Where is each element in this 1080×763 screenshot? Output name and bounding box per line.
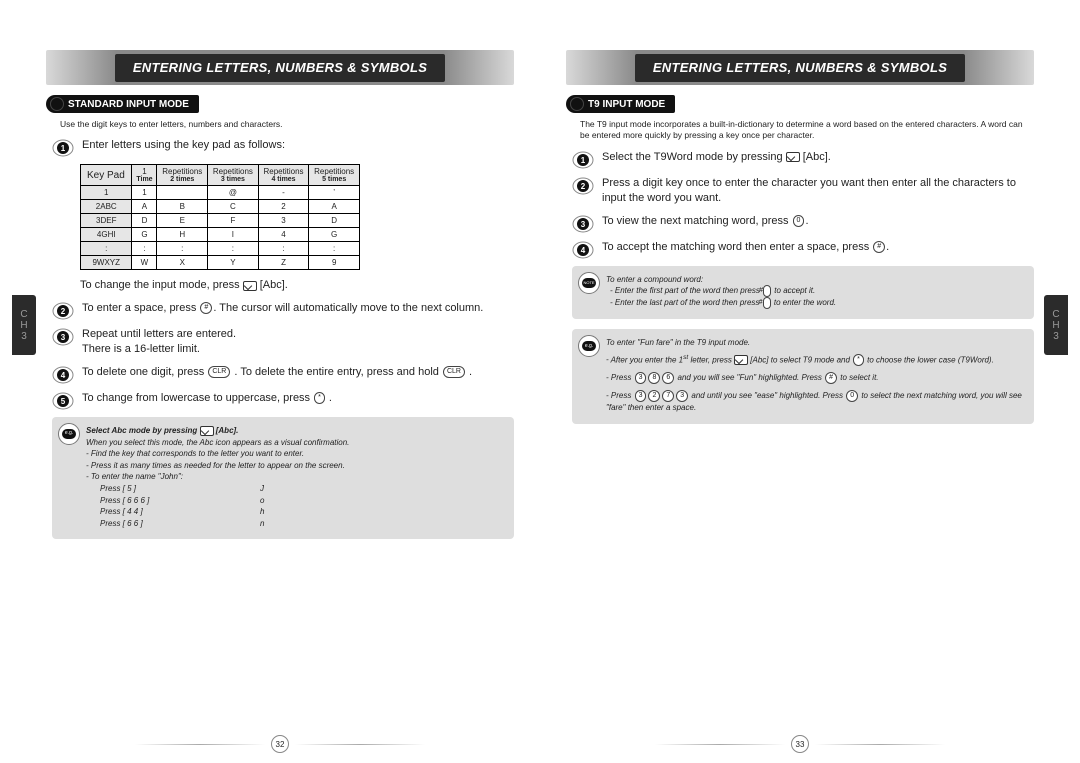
r-step-3: 3 To view the next matching word, press … bbox=[572, 214, 1034, 232]
svg-text:4: 4 bbox=[61, 371, 66, 380]
section-header-standard: STANDARD INPUT MODE bbox=[46, 95, 199, 113]
svg-text:5: 5 bbox=[61, 397, 66, 406]
svg-text:2: 2 bbox=[581, 182, 586, 191]
clr-key-icon: CLR bbox=[443, 366, 465, 378]
intro-left: Use the digit keys to enter letters, num… bbox=[46, 119, 514, 130]
r-step-1: 1 Select the T9Word mode by pressing [Ab… bbox=[572, 150, 1034, 168]
keypad-table: Key Pad 1Time Repetitions2 times Repetit… bbox=[80, 164, 360, 270]
intro-right: The T9 input mode incorporates a built-i… bbox=[566, 119, 1034, 142]
svg-text:4: 4 bbox=[581, 246, 586, 255]
chapter-tab-right: C H 3 bbox=[1044, 295, 1068, 355]
page-header-right: ENTERING LETTERS, NUMBERS & SYMBOLS bbox=[566, 50, 1034, 85]
note-badge: NOTE bbox=[578, 272, 600, 294]
page-spread: C H 3 ENTERING LETTERS, NUMBERS & SYMBOL… bbox=[0, 0, 1080, 763]
svg-text:1: 1 bbox=[61, 144, 66, 153]
page-header-left: ENTERING LETTERS, NUMBERS & SYMBOLS bbox=[46, 50, 514, 85]
mode-icon bbox=[734, 355, 748, 365]
page-number-right: 33 bbox=[655, 735, 945, 753]
step-1b: To change the input mode, press [Abc]. bbox=[80, 278, 514, 293]
section-header-t9: T9 INPUT MODE bbox=[566, 95, 675, 113]
step-1: 1 Enter letters using the key pad as fol… bbox=[52, 138, 514, 156]
step-badge-2: 2 bbox=[52, 302, 74, 320]
step-2: 2 To enter a space, press #. The cursor … bbox=[52, 301, 514, 319]
zero-key-icon: 0 bbox=[793, 215, 805, 227]
header-text: ENTERING LETTERS, NUMBERS & SYMBOLS bbox=[133, 60, 427, 75]
svg-text:3: 3 bbox=[581, 220, 586, 229]
mode-icon bbox=[786, 152, 800, 162]
step-badge-5: 5 bbox=[52, 392, 74, 410]
clr-key-icon: CLR bbox=[208, 366, 230, 378]
page-right: C H 3 ENTERING LETTERS, NUMBERS & SYMBOL… bbox=[566, 50, 1034, 763]
step-4: 4 To delete one digit, press CLR . To de… bbox=[52, 365, 514, 383]
page-number-left: 32 bbox=[135, 735, 425, 753]
r-step-2: 2 Press a digit key once to enter the ch… bbox=[572, 176, 1034, 206]
r-step-4: 4 To accept the matching word then enter… bbox=[572, 240, 1034, 258]
example-box-right: e.g. To enter "Fun fare" in the T9 input… bbox=[572, 329, 1034, 424]
eg-badge: e.g. bbox=[58, 423, 80, 445]
step-3: 3 Repeat until letters are entered.There… bbox=[52, 327, 514, 357]
chapter-tab-left: C H 3 bbox=[12, 295, 36, 355]
eg-badge: e.g. bbox=[578, 335, 600, 357]
svg-text:3: 3 bbox=[61, 333, 66, 342]
step-badge-4: 4 bbox=[52, 366, 74, 384]
note-box: NOTE To enter a compound word: Enter the… bbox=[572, 266, 1034, 320]
step-badge-3: 3 bbox=[52, 328, 74, 358]
pound-key-icon: # bbox=[873, 241, 885, 253]
mode-icon bbox=[200, 426, 214, 436]
svg-text:2: 2 bbox=[61, 307, 66, 316]
svg-text:1: 1 bbox=[581, 156, 586, 165]
star-key-icon: * bbox=[314, 392, 325, 404]
example-box-left: e.g. Select Abc mode by pressing [Abc]. … bbox=[52, 417, 514, 539]
mode-icon bbox=[243, 281, 257, 291]
step-5: 5 To change from lowercase to uppercase,… bbox=[52, 391, 514, 409]
page-left: C H 3 ENTERING LETTERS, NUMBERS & SYMBOL… bbox=[46, 50, 514, 763]
pound-key-icon: # bbox=[200, 302, 212, 314]
step-badge-1: 1 bbox=[52, 139, 74, 157]
